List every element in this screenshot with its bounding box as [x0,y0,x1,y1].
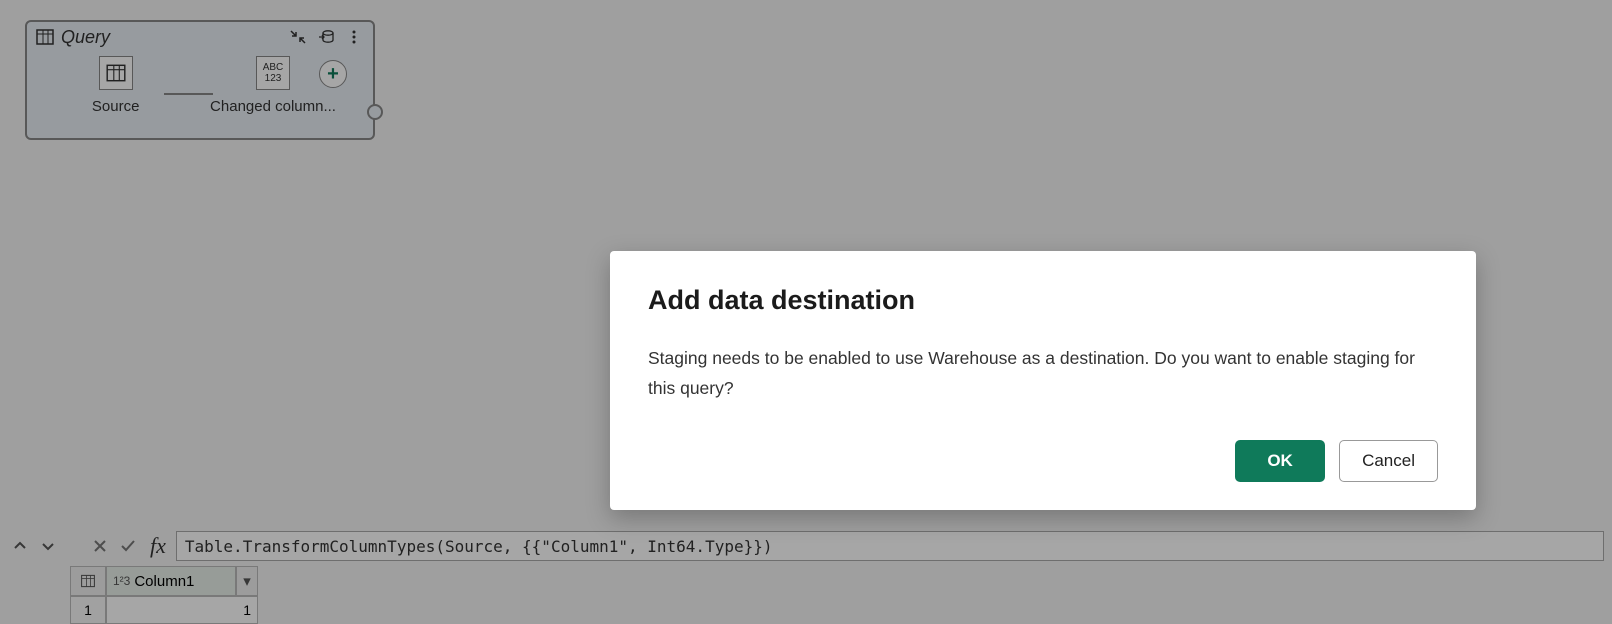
ok-button[interactable]: OK [1235,440,1325,482]
add-data-destination-dialog: Add data destination Staging needs to be… [610,251,1476,510]
dialog-message: Staging needs to be enabled to use Wareh… [648,344,1438,404]
dialog-footer: OK Cancel [648,440,1438,482]
dialog-title: Add data destination [648,285,1438,316]
cancel-button[interactable]: Cancel [1339,440,1438,482]
